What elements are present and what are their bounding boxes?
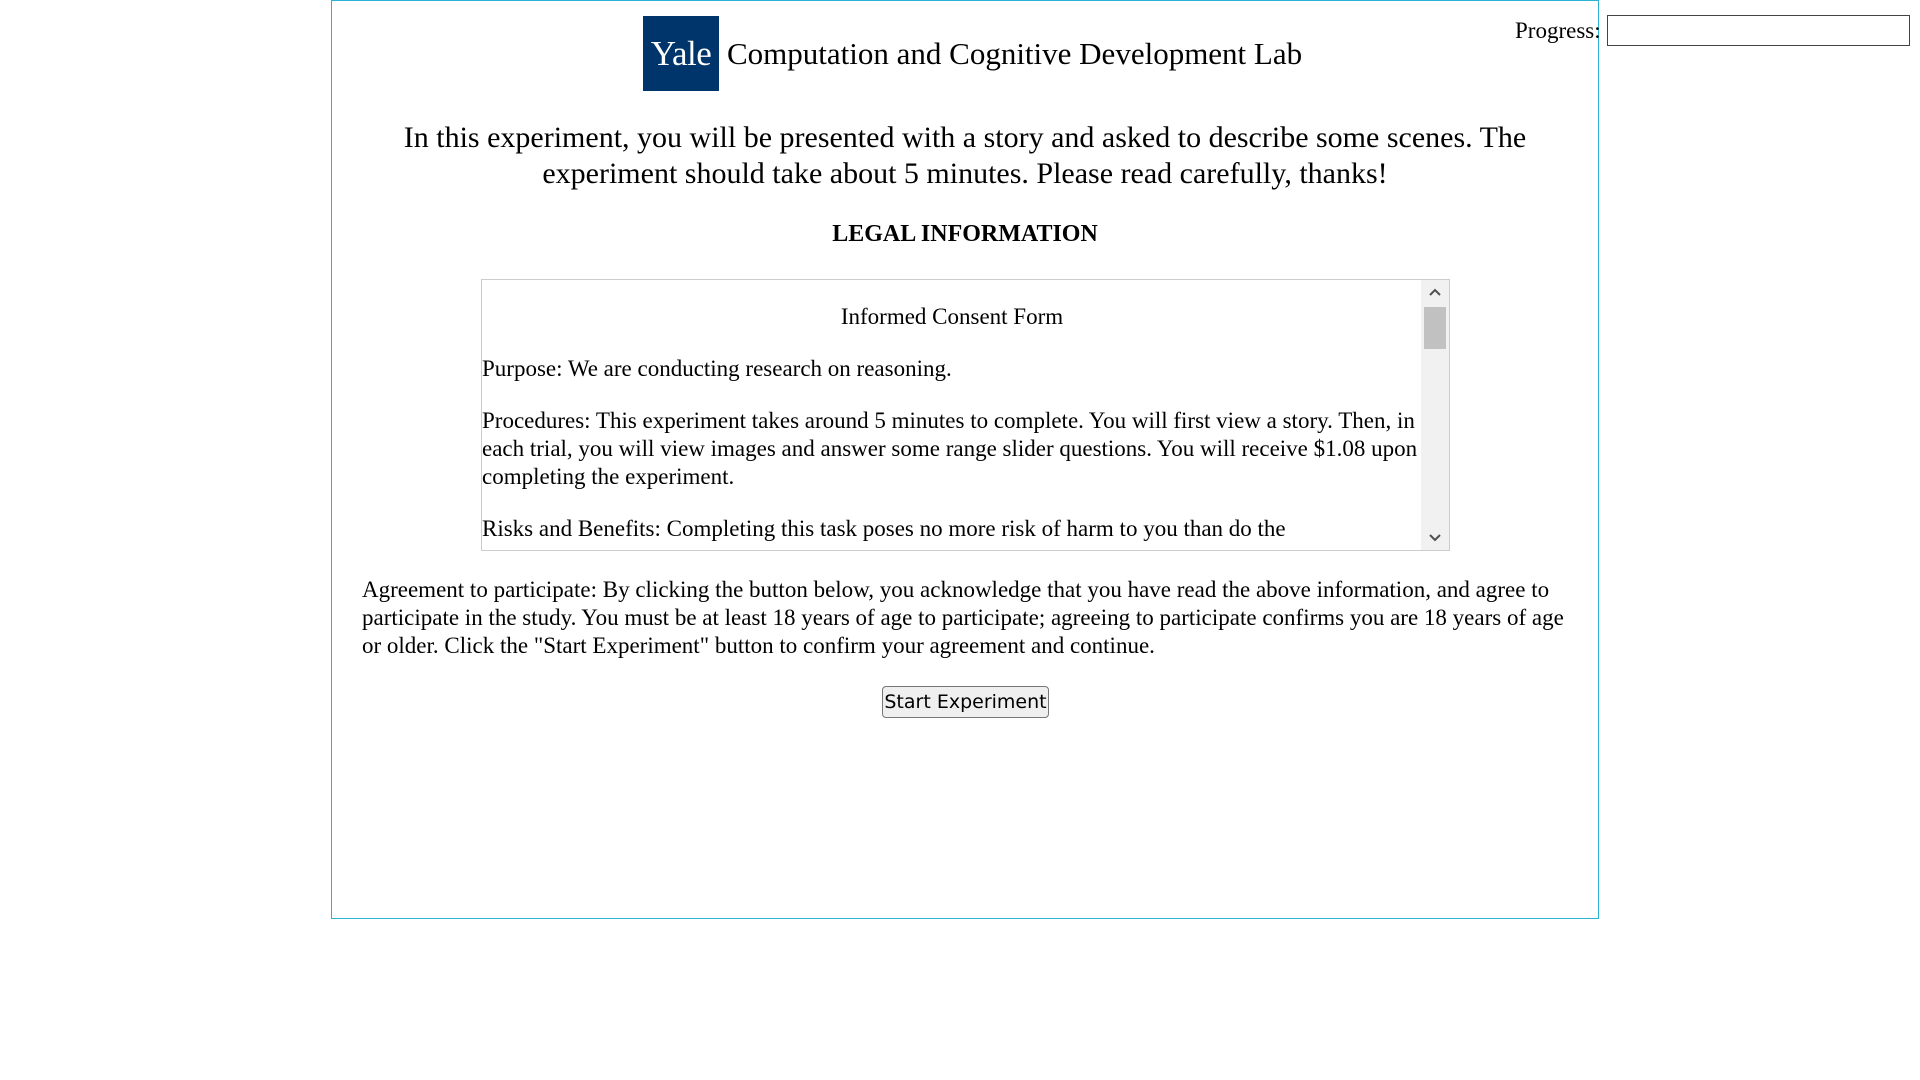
scroll-thumb[interactable]: [1424, 307, 1446, 349]
progress-bar: [1606, 15, 1910, 46]
consent-procedures: Procedures: This experiment takes around…: [482, 408, 1418, 489]
lab-header: Yale Computation and Cognitive Developme…: [643, 16, 1302, 91]
chevron-up-icon: [1429, 288, 1441, 296]
yale-logo: Yale: [643, 16, 719, 91]
progress-area: Progress:: [1515, 15, 1910, 46]
legal-heading: LEGAL INFORMATION: [832, 221, 1098, 247]
consent-risks: Risks and Benefits: Completing this task…: [482, 516, 1286, 541]
lab-name: Computation and Cognitive Development La…: [727, 35, 1303, 71]
consent-purpose: Purpose: We are conducting research on r…: [482, 356, 952, 381]
consent-content: Informed Consent Form Purpose: We are co…: [482, 280, 1422, 550]
consent-scrollbar[interactable]: [1421, 280, 1449, 550]
consent-title: Informed Consent Form: [840, 304, 1064, 329]
intro-text: In this experiment, you will be presente…: [403, 121, 1527, 190]
scroll-down-button[interactable]: [1421, 526, 1449, 550]
start-experiment-button[interactable]: Start Experiment: [882, 686, 1049, 718]
progress-label: Progress:: [1515, 17, 1601, 43]
scroll-up-button[interactable]: [1421, 280, 1449, 304]
agreement-text: Agreement to participate: By clicking th…: [362, 577, 1564, 658]
chevron-down-icon: [1429, 534, 1441, 542]
consent-scroll-box[interactable]: Informed Consent Form Purpose: We are co…: [481, 279, 1450, 551]
